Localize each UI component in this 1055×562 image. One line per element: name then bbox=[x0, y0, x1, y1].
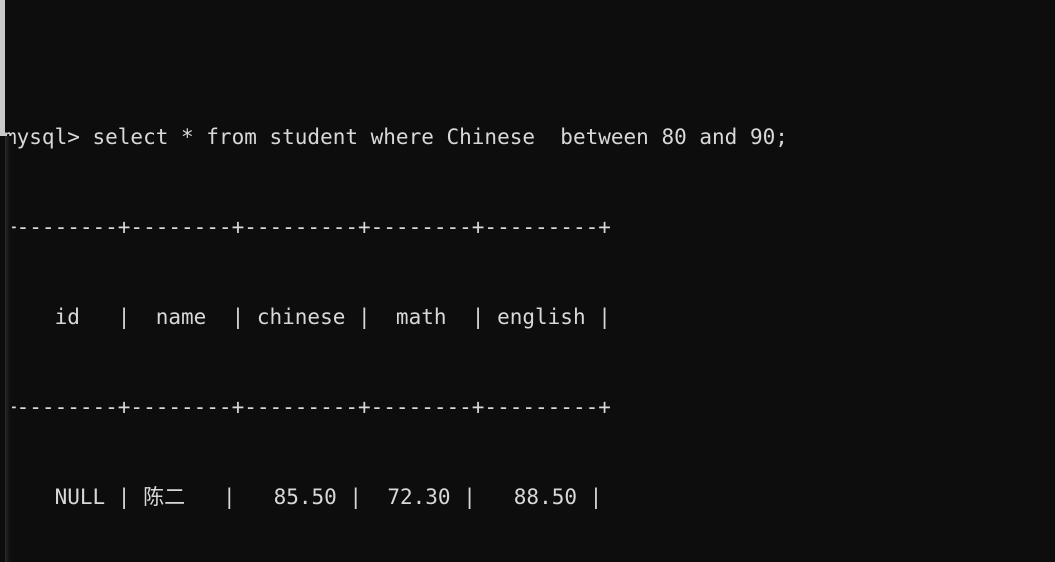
terminal-screen: mysql> select * from student where Chine… bbox=[0, 0, 851, 562]
vertical-scrollbar-thumb[interactable] bbox=[0, 0, 5, 136]
table-row: | NULL | 陈二 | 85.50 | 72.30 | 88.50 | bbox=[4, 485, 603, 509]
table-header-row: | id | name | chinese | math | english | bbox=[4, 305, 611, 329]
table-separator-mid: +--------+--------+---------+--------+--… bbox=[4, 395, 611, 419]
table-separator-top: +--------+--------+---------+--------+--… bbox=[4, 215, 611, 239]
window-left-edge-shadow bbox=[5, 136, 12, 562]
mysql-terminal-window[interactable]: mysql> select * from student where Chine… bbox=[0, 0, 1055, 562]
command-line[interactable]: mysql> select * from student where Chine… bbox=[4, 122, 851, 152]
